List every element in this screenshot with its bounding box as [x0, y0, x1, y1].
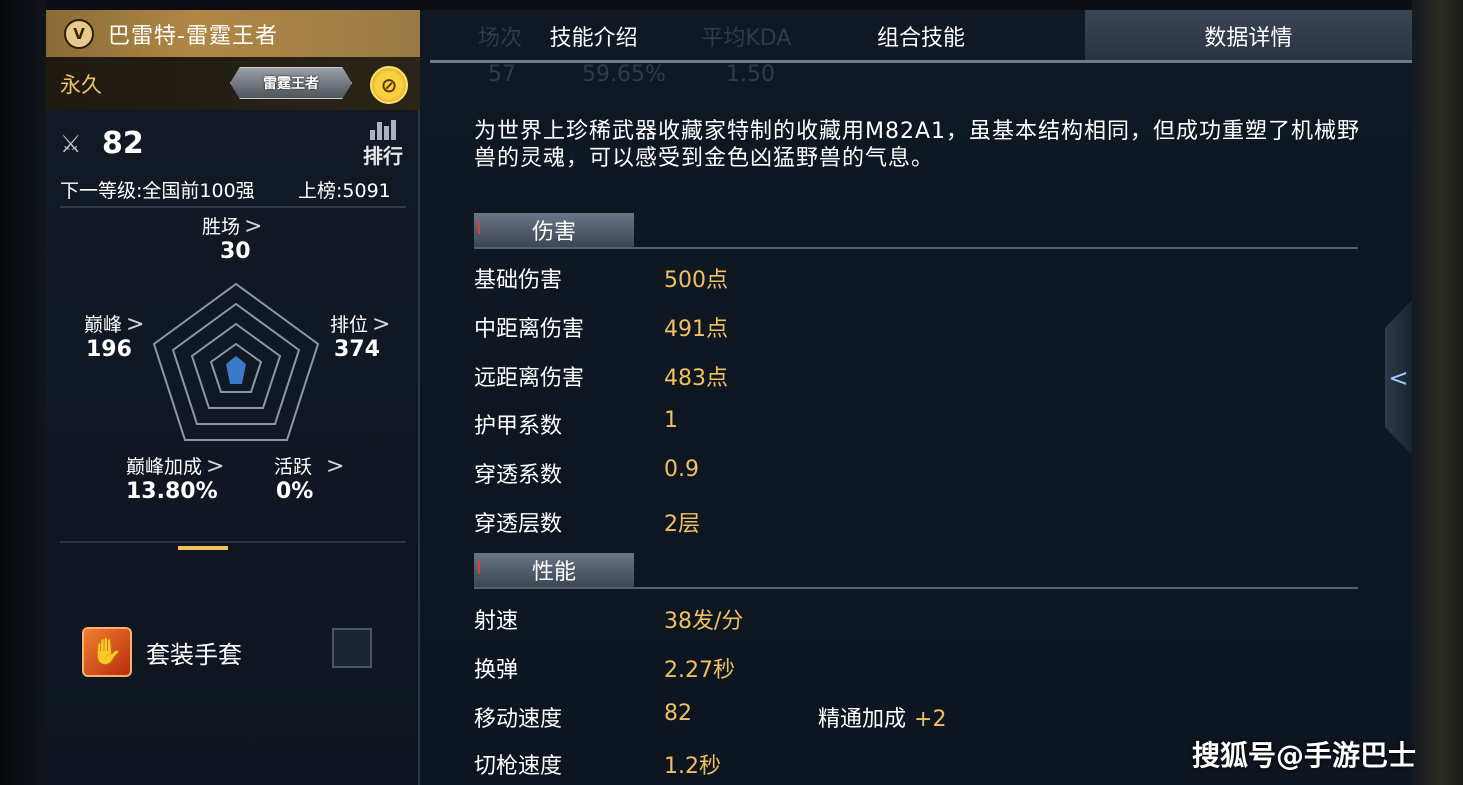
- leaderboard-count: 上榜:5091: [298, 180, 391, 202]
- details-panel: 场次 技能介绍 平均KDA 组合技能 数据详情 57 59.65% 1.50 为…: [420, 10, 1412, 785]
- page-indicator: [178, 546, 228, 550]
- stat-value: 82: [664, 701, 692, 726]
- section-title: 性能: [474, 553, 634, 587]
- vip-badge-icon: V: [64, 18, 94, 49]
- section-divider: [474, 247, 1358, 249]
- weapon-description: 为世界上珍稀武器收藏家特制的收藏用M82A1，虽基本结构相同，但成功重塑了机械野…: [474, 119, 1361, 171]
- glove-label: 套装手套: [146, 640, 242, 669]
- stat-value: 483点: [664, 366, 728, 391]
- stat-value: 2.27秒: [664, 658, 735, 683]
- duration-label: 永久: [60, 72, 102, 97]
- bar-chart-icon: [360, 120, 406, 140]
- radar-value-shape: [226, 356, 246, 384]
- ghost-value: 59.65%: [582, 62, 666, 87]
- chevron-right-icon: >: [206, 454, 225, 479]
- section-title: 伤害: [474, 213, 634, 247]
- level-row: ⚔ 82 排行: [60, 120, 410, 168]
- stat-peak-label: 巅峰: [84, 314, 123, 336]
- tab-label: 组合技能: [876, 26, 965, 51]
- ghost-value: 1.50: [726, 62, 775, 87]
- stat-key: 换弹: [474, 658, 519, 683]
- stat-active-value: 0%: [276, 479, 314, 504]
- stat-value: 0.9: [664, 457, 699, 482]
- weapon-subheader: 永久 雷霆王者 ⊘: [46, 57, 420, 110]
- coin-icon[interactable]: ⊘: [370, 66, 408, 104]
- stat-active[interactable]: 活跃 > 0%: [274, 452, 344, 504]
- section-damage-header: 伤害: [474, 213, 1358, 249]
- weapon-name: 巴雷特-雷霆王者: [108, 23, 278, 49]
- chevron-right-icon: >: [126, 312, 145, 337]
- tab-label: 数据详情: [1204, 26, 1293, 51]
- stat-key: 基础伤害: [474, 268, 563, 293]
- tab-label: 技能介绍: [549, 26, 638, 51]
- chevron-right-icon: >: [372, 312, 391, 337]
- mastery-bonus-label: 精通加成: [818, 707, 907, 732]
- mastery-level: 82: [102, 126, 144, 161]
- stat-peak-value: 196: [86, 337, 132, 362]
- weapon-info-panel: V 巴雷特-雷霆王者 永久 雷霆王者 ⊘ ⚔ 82 排行 下一等级:全国前100…: [46, 10, 420, 785]
- stat-key: 穿透层数: [474, 512, 563, 537]
- stat-wins-value: 30: [220, 239, 251, 264]
- ranking-label: 排行: [363, 144, 403, 168]
- stat-peak-bonus-label: 巅峰加成: [126, 456, 203, 478]
- stat-key: 切枪速度: [474, 754, 563, 779]
- glove-icon: ✋: [82, 627, 132, 677]
- tab-underline: [430, 60, 1412, 63]
- stat-wins[interactable]: 胜场 > 30: [202, 212, 262, 264]
- stat-key: 护甲系数: [474, 414, 563, 439]
- stat-key: 移动速度: [474, 707, 563, 732]
- mastery-icon: ⚔: [60, 130, 82, 158]
- ranking-button[interactable]: 排行: [360, 120, 406, 169]
- mastery-bonus-value: +2: [914, 707, 947, 732]
- tab-combo-skills[interactable]: 平均KDA 组合技能: [701, 10, 1084, 62]
- stat-wins-label: 胜场: [202, 216, 241, 238]
- chevron-right-icon: >: [244, 214, 263, 239]
- watermark: 搜狐号@手游巴士: [1192, 739, 1417, 772]
- stat-key: 射速: [474, 609, 519, 634]
- tab-data-details[interactable]: 数据详情: [1084, 10, 1412, 62]
- glove-checkbox[interactable]: [332, 628, 372, 668]
- section-divider: [474, 587, 1358, 589]
- stat-value: 1: [664, 408, 678, 433]
- stat-row: 移动速度 82 精通加成 +2: [474, 701, 1074, 733]
- stat-ranked-value: 374: [334, 337, 380, 362]
- title-tag: 雷霆王者: [230, 67, 352, 99]
- weapon-header: V 巴雷特-雷霆王者: [46, 10, 420, 57]
- chevron-left-icon: <: [1388, 363, 1409, 392]
- glove-row[interactable]: ✋ 套装手套: [82, 624, 382, 680]
- stat-peak-bonus-value: 13.80%: [126, 479, 218, 504]
- stat-key: 中距离伤害: [474, 317, 585, 342]
- stat-ranked[interactable]: 排位 > 374: [330, 310, 390, 362]
- next-level-text: 下一等级:全国前100强: [60, 180, 255, 202]
- ghost-value: 57: [488, 62, 516, 87]
- stat-key: 穿透系数: [474, 463, 563, 488]
- chevron-right-icon: >: [326, 454, 345, 479]
- tab-bar: 场次 技能介绍 平均KDA 组合技能 数据详情: [430, 10, 1412, 62]
- stat-active-label: 活跃: [274, 456, 313, 478]
- stat-ranked-label: 排位: [330, 314, 369, 336]
- background-left: [0, 0, 46, 785]
- title-tag-label: 雷霆王者: [263, 76, 319, 92]
- stat-value: 500点: [664, 268, 728, 293]
- stat-value: 1.2秒: [664, 754, 721, 779]
- divider: [60, 206, 406, 208]
- divider: [60, 541, 406, 543]
- stat-value: 491点: [664, 317, 728, 342]
- stat-peak-bonus[interactable]: 巅峰加成 > 13.80%: [126, 452, 224, 504]
- radar-chart: [152, 282, 320, 441]
- tab-skill-intro[interactable]: 场次 技能介绍: [430, 10, 757, 62]
- stat-value: 38发/分: [664, 609, 744, 634]
- stat-value: 2层: [664, 512, 700, 537]
- background-right: [1412, 0, 1463, 785]
- ghost-header: 场次: [478, 26, 523, 51]
- stat-key: 远距离伤害: [474, 366, 585, 391]
- section-performance-header: 性能: [474, 553, 1358, 589]
- mastery-bonus: 精通加成 +2: [818, 701, 946, 733]
- stat-peak[interactable]: 巅峰 > 196: [84, 310, 144, 362]
